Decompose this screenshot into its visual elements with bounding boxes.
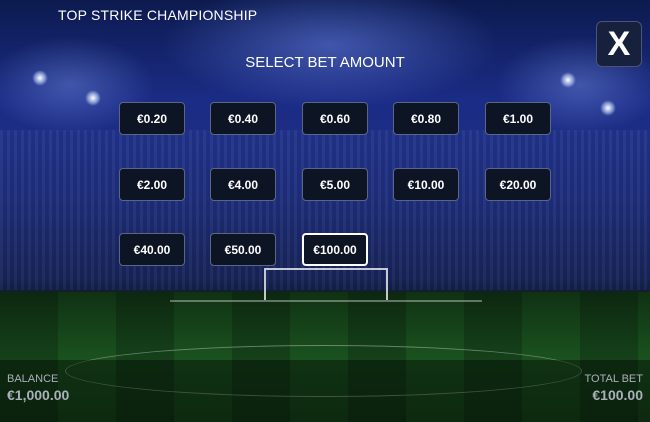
bet-option-0-40[interactable]: €0.40 — [210, 102, 276, 135]
floodlight — [85, 90, 101, 106]
bet-option-40-00[interactable]: €40.00 — [119, 233, 185, 266]
footer-bar — [0, 360, 650, 422]
bet-option-100-00-selected[interactable]: €100.00 — [302, 233, 368, 266]
goal-frame — [264, 268, 388, 300]
floodlight — [32, 70, 48, 86]
balance-value: €1,000.00 — [7, 387, 70, 403]
stadium-stands — [0, 130, 650, 290]
bet-option-20-00[interactable]: €20.00 — [485, 168, 551, 201]
select-bet-heading: SELECT BET AMOUNT — [245, 54, 405, 71]
bet-option-2-00[interactable]: €2.00 — [119, 168, 185, 201]
bet-option-50-00[interactable]: €50.00 — [210, 233, 276, 266]
balance-label: BALANCE — [7, 373, 59, 385]
total-bet-value: €100.00 — [592, 387, 643, 403]
bet-option-0-60[interactable]: €0.60 — [302, 102, 368, 135]
total-bet-label: TOTAL BET — [584, 373, 643, 385]
penalty-box-line — [170, 300, 482, 302]
game-title: TOP STRIKE CHAMPIONSHIP — [58, 7, 258, 23]
floodlight — [600, 100, 616, 116]
floodlight — [560, 72, 576, 88]
bet-option-0-80[interactable]: €0.80 — [393, 102, 459, 135]
bet-option-4-00[interactable]: €4.00 — [210, 168, 276, 201]
bet-option-0-20[interactable]: €0.20 — [119, 102, 185, 135]
bet-option-5-00[interactable]: €5.00 — [302, 168, 368, 201]
bet-option-10-00[interactable]: €10.00 — [393, 168, 459, 201]
bet-option-1-00[interactable]: €1.00 — [485, 102, 551, 135]
